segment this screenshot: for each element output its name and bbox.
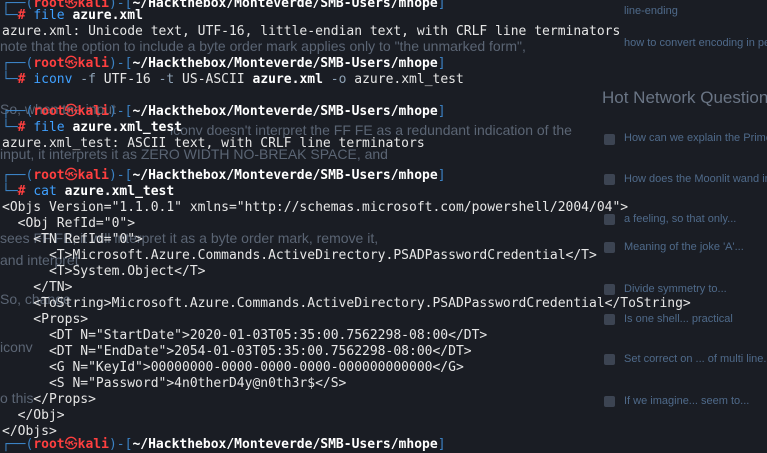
xml-password-line: <S N="Password">4n0therD4y@n0th3r$</S>: [2, 376, 347, 391]
command-line: └─# file azure.xml_test: [2, 120, 183, 135]
xml-line: </Props>: [2, 392, 96, 407]
xml-line: <TN RefId="0">: [2, 232, 143, 247]
prompt-line: ┌──(root㉿kali)-[~/Hackthebox/Monteverde/…: [2, 437, 446, 452]
xml-line: <G N="KeyId">00000000-0000-0000-0000-000…: [2, 360, 464, 375]
prompt-line: ┌──(root㉿kali)-[~/Hackthebox/Monteverde/…: [2, 104, 446, 119]
skull-icon: ㉿: [64, 104, 78, 119]
xml-line: <DT N="EndDate">2054-01-03T05:35:00.7562…: [2, 344, 472, 359]
xml-line: </Obj>: [2, 408, 65, 423]
xml-line: </TN>: [2, 280, 73, 295]
xml-line: <Obj RefId="0">: [2, 216, 136, 231]
prompt-line: ┌──(root㉿kali)-[~/Hackthebox/Monteverde/…: [2, 168, 446, 183]
skull-icon: ㉿: [64, 168, 78, 183]
xml-line: <Props>: [2, 312, 89, 327]
command-line: └─# file azure.xml: [2, 8, 143, 23]
xml-line: <T>System.Object</T>: [2, 264, 206, 279]
prompt-line: ┌──(root㉿kali)-[~/Hackthebox/Monteverde/…: [2, 56, 446, 71]
command-line: └─# cat azure.xml_test: [2, 184, 175, 199]
xml-line: <Objs Version="1.1.0.1" xmlns="http://sc…: [2, 200, 629, 215]
xml-line: <DT N="StartDate">2020-01-03T05:35:00.75…: [2, 328, 488, 343]
command-line: └─# iconv -f UTF-16 -t US-ASCII azure.xm…: [2, 72, 464, 87]
xml-line: <T>Microsoft.Azure.Commands.ActiveDirect…: [2, 248, 597, 263]
terminal-output[interactable]: ┌──(root㉿kali)-[~/Hackthebox/Monteverde/…: [0, 0, 767, 452]
skull-icon: ㉿: [64, 437, 78, 452]
command-output: azure.xml_test: ASCII text, with CRLF li…: [2, 136, 425, 151]
xml-line: <ToString>Microsoft.Azure.Commands.Activ…: [2, 296, 691, 311]
skull-icon: ㉿: [64, 56, 78, 71]
command-output: azure.xml: Unicode text, UTF-16, little-…: [2, 24, 621, 39]
